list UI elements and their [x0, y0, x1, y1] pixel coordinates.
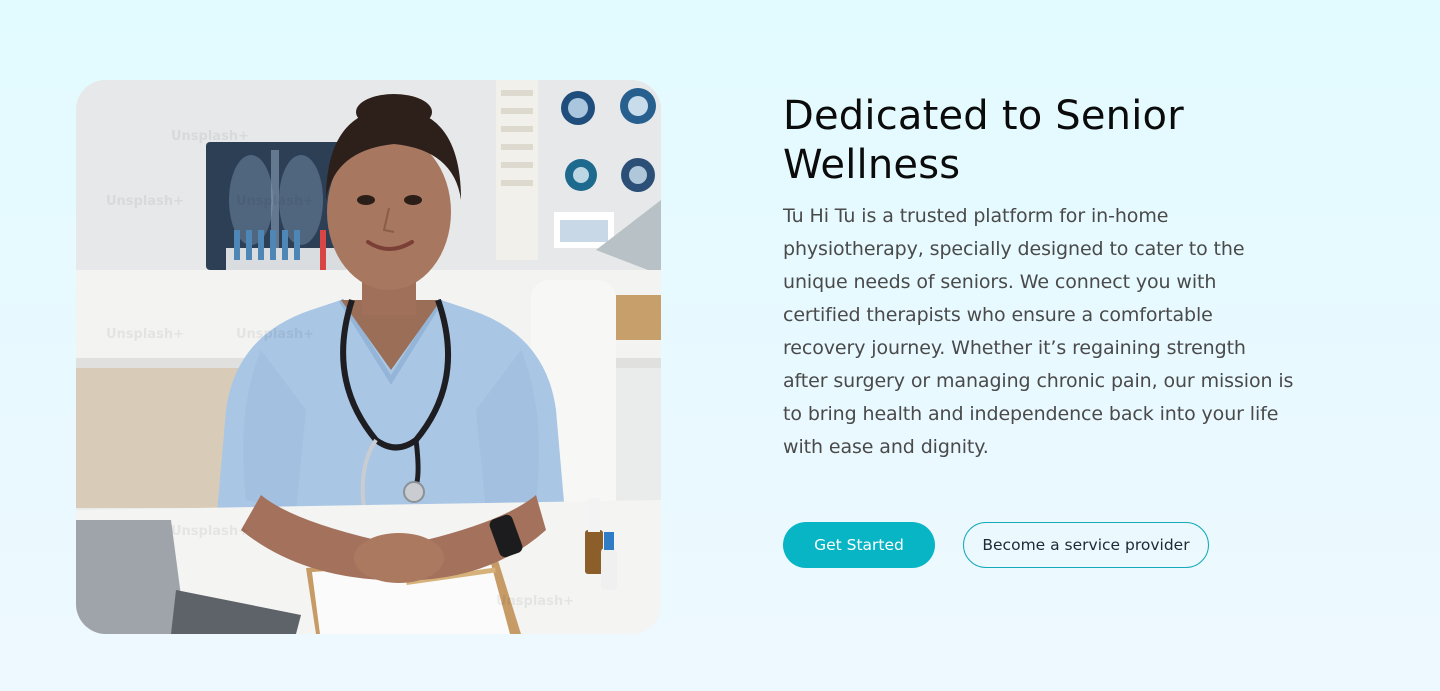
become-provider-button[interactable]: Become a service provider — [963, 522, 1209, 568]
watermark-text: Unsplash+ — [236, 194, 314, 209]
get-started-button[interactable]: Get Started — [783, 522, 935, 568]
doctor-photo: Unsplash+ Unsplash+ Unsplash+ Unsplash+ … — [76, 80, 661, 634]
section-description: Tu Hi Tu is a trusted platform for in-ho… — [783, 205, 1294, 458]
about-section: Unsplash+ Unsplash+ Unsplash+ Unsplash+ … — [0, 0, 1440, 691]
section-heading: Dedicated to Senior Wellness — [783, 93, 1184, 188]
watermark-text: Unsplash+ — [106, 327, 184, 342]
about-content: Dedicated to Senior Wellness Tu Hi Tu is… — [783, 92, 1323, 464]
cta-actions: Get Started Become a service provider — [783, 522, 1209, 568]
watermark-text: Unsplash+ — [236, 327, 314, 342]
watermark-text: Unsplash+ — [171, 524, 249, 539]
watermark-text: Unsplash+ — [106, 194, 184, 209]
watermark-text: Unsplash+ — [496, 594, 574, 609]
watermark-text: Unsplash+ — [171, 129, 249, 144]
